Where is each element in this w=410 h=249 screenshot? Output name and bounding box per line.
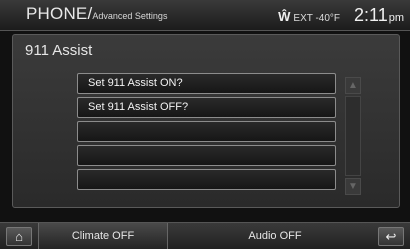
header-bar: PHONE/Advanced Settings Ŵ EXT -40°F 2:11… [0,0,410,31]
back-button[interactable]: ↩ [378,227,404,246]
list-item-empty-5 [77,169,336,190]
back-icon: ↩ [385,229,397,244]
scroll-down-button[interactable]: ▼ [345,178,361,195]
wifi-icon: Ŵ [278,9,291,24]
page-subtitle: Advanced Settings [92,11,168,21]
list-item-empty-3 [77,121,336,142]
home-button[interactable]: ⌂ [6,227,32,246]
scroll-up-button[interactable]: ▲ [345,77,361,94]
audio-button[interactable]: Audio OFF [210,223,340,249]
home-icon: ⌂ [15,229,23,244]
list-item-empty-4 [77,145,336,166]
scrollbar-track[interactable] [345,96,361,176]
panel-title: 911 Assist [25,42,93,59]
outside-temperature: EXT -40°F [293,13,341,24]
option-set-911-assist-on[interactable]: Set 911 Assist ON? [77,73,336,94]
climate-button[interactable]: Climate OFF [38,223,168,249]
option-set-911-assist-off[interactable]: Set 911 Assist OFF? [77,97,336,118]
clock-time: 2:11 [354,5,388,25]
options-list: Set 911 Assist ON? Set 911 Assist OFF? [77,73,336,193]
page-title: PHONE/Advanced Settings [26,4,167,24]
bottom-bar: ⌂ Climate OFF Audio OFF ↩ [0,222,410,249]
settings-panel: 911 Assist Set 911 Assist ON? Set 911 As… [12,34,400,208]
page-title-main: PHONE/ [26,4,93,23]
phone-advanced-settings-screen: PHONE/Advanced Settings Ŵ EXT -40°F 2:11… [0,0,410,249]
status-area: Ŵ EXT -40°F 2:11 pm [278,5,404,26]
clock-ampm: pm [388,12,404,24]
